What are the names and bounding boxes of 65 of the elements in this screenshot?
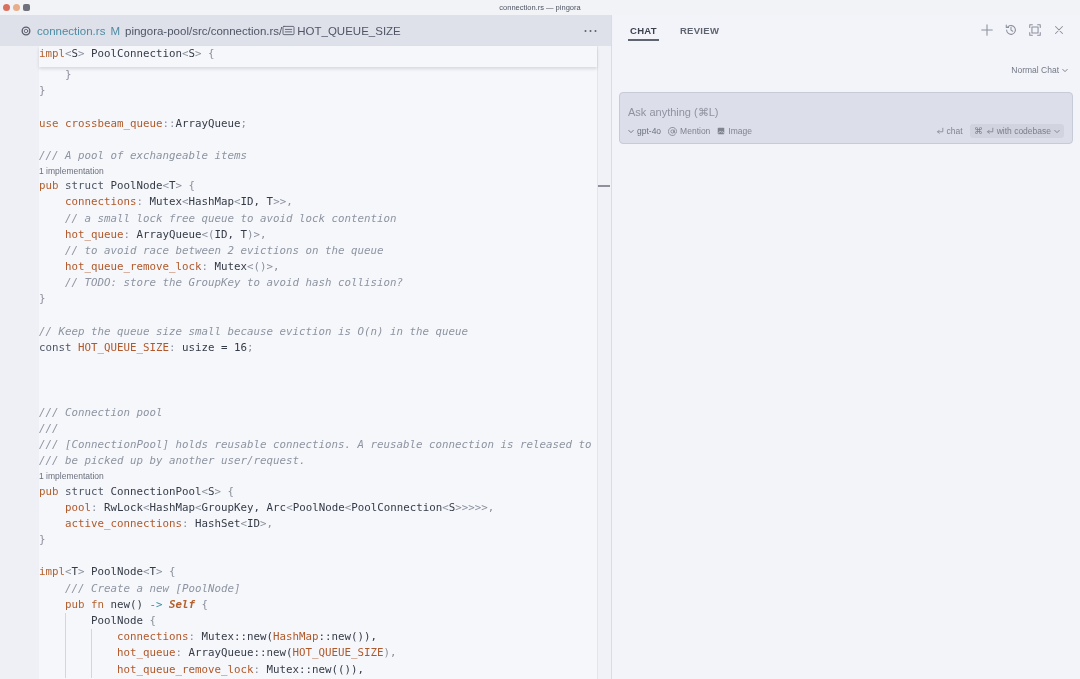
code-line: }	[39, 83, 46, 100]
code-comment: /// be picked up by another user/request.	[39, 453, 306, 470]
code-line: connections: Mutex::new(HashMap::new()),	[117, 629, 378, 646]
ring-icon	[21, 25, 31, 36]
code-line: hot_queue_remove_lock: Mutex::new(()),	[117, 661, 365, 678]
modified-indicator: M	[110, 23, 120, 38]
code-line: active_connections: HashSet<ID>,	[65, 515, 274, 532]
chevron-down-icon	[1062, 67, 1068, 73]
code-comment: // TODO: store the GroupKey to avoid hash collision?	[65, 275, 404, 292]
code-line: connections: Mutex<HashMap<ID, T>>,	[65, 194, 293, 211]
enter-icon	[985, 127, 994, 135]
code-line: hot_queue: ArrayQueue::new(HOT_QUEUE_SIZE),	[117, 645, 397, 662]
code-comment: // a small lock free queue to avoid lock contention	[65, 210, 397, 227]
chat-mode-dropdown[interactable]: Normal Chat	[1011, 64, 1068, 76]
code-line: }	[65, 67, 72, 83]
code-line: }	[39, 291, 46, 308]
code-comment: ///	[39, 420, 59, 437]
more-icon[interactable]	[584, 28, 597, 33]
code-line: hot_queue_remove_lock: Mutex<()>,	[65, 259, 280, 276]
code-line: pub struct PoolNode<T> {	[39, 178, 196, 195]
with-codebase-button[interactable]: ⌘ with codebase	[969, 124, 1064, 138]
sticky-code-line: impl<S> PoolConnection<S> {	[39, 46, 215, 62]
close-icon[interactable]	[1052, 23, 1066, 37]
enter-icon	[935, 127, 944, 135]
file-tab-title[interactable]: connection.rs	[37, 23, 106, 38]
code-comment: /// Create a new [PoolNode]	[65, 580, 241, 597]
chevron-down-icon	[1054, 128, 1060, 134]
code-line: }	[39, 532, 46, 549]
code-comment: /// Connection pool	[39, 404, 163, 421]
code-comment: /// [ConnectionPool] holds reusable connections. A reusable connection is released to	[39, 437, 592, 454]
code-comment: // Keep the queue size small because eviction is O(n) in the queue	[39, 323, 469, 340]
sticky-scroll-header[interactable]: impl<S> PoolConnection<S> {	[39, 46, 597, 67]
model-selector[interactable]: gpt-4o	[628, 125, 662, 137]
window-close-icon[interactable]	[3, 4, 10, 11]
code-lens-link[interactable]: 1 implementation	[39, 471, 104, 482]
code-line: PoolNode {	[91, 613, 157, 629]
scroll-marker-icon	[598, 185, 610, 187]
code-comment: /// A pool of exchangeable items	[39, 147, 247, 164]
chevron-down-icon	[628, 128, 634, 134]
plus-icon[interactable]	[980, 23, 994, 37]
window-minimize-icon[interactable]	[13, 4, 20, 11]
code-line: impl<T> PoolNode<T> {	[39, 564, 176, 581]
list-box-icon	[282, 25, 296, 36]
maximize-icon[interactable]	[1028, 23, 1042, 37]
image-button[interactable]: Image	[717, 125, 752, 137]
code-line: const HOT_QUEUE_SIZE: usize = 16;	[39, 340, 254, 356]
breadcrumb-path[interactable]: pingora-pool/src/connection.rs/	[125, 23, 283, 38]
mention-button[interactable]: Mention	[668, 125, 711, 137]
chat-input-box[interactable]: Ask anything (⌘L) gpt-4o Mention Image chat ⌘ with codebase	[619, 92, 1073, 144]
panel-tab[interactable]: REVIEW	[677, 15, 722, 41]
image-icon	[717, 127, 726, 135]
chat-input-field[interactable]: Ask anything (⌘L)	[628, 104, 1064, 120]
code-line: pub struct ConnectionPool<S> {	[39, 483, 235, 500]
history-icon[interactable]	[1004, 23, 1018, 37]
code-line: hot_queue: ArrayQueue<(ID, T)>,	[65, 226, 267, 243]
code-line: pub fn new() -> Self {	[65, 596, 209, 613]
window-zoom-icon[interactable]	[23, 4, 30, 11]
code-comment: // to avoid race between 2 evictions on the queue	[65, 242, 384, 259]
panel-tab[interactable]: CHAT	[628, 15, 659, 41]
chat-send-button[interactable]: chat	[935, 125, 963, 137]
code-line: use crossbeam_queue::ArrayQueue;	[39, 115, 248, 132]
code-lens-link[interactable]: 1 implementation	[39, 165, 104, 177]
code-line: pool: RwLock<HashMap<GroupKey, Arc<PoolNode<PoolConnection<S>>>>>,	[65, 499, 495, 516]
breadcrumb-symbol[interactable]: HOT_QUEUE_SIZE	[297, 23, 401, 38]
at-sign-icon	[668, 126, 678, 136]
